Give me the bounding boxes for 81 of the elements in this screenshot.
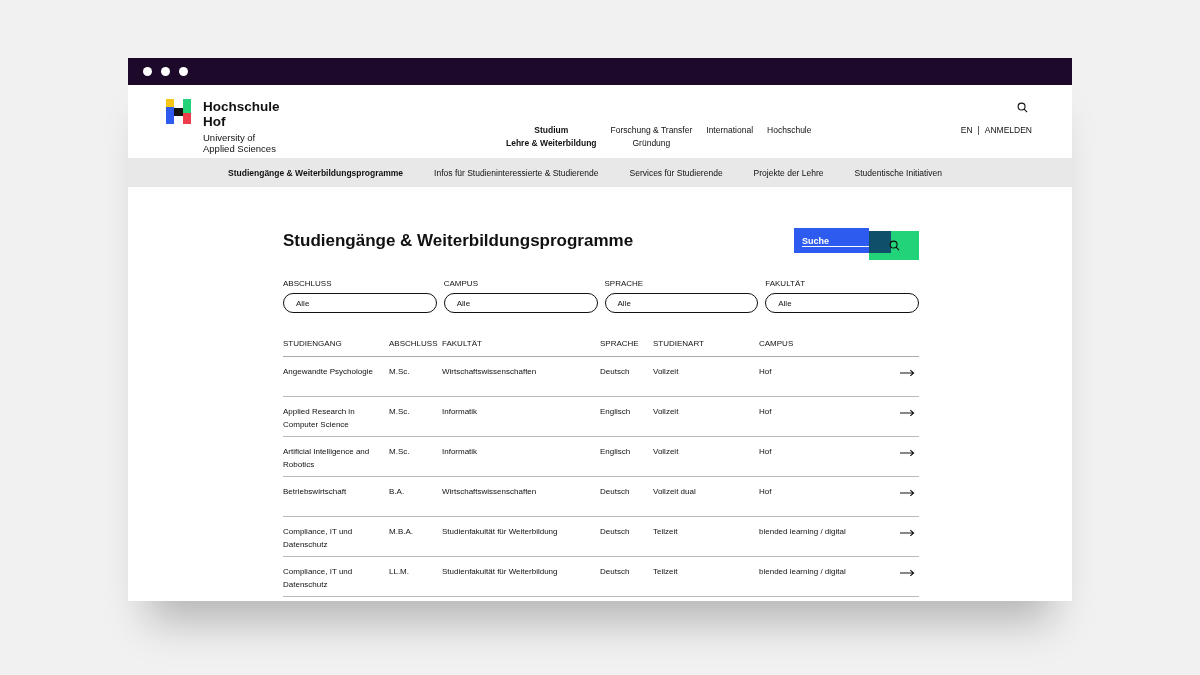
- table-cell-text: Wirtschaftswissenschaften: [442, 486, 538, 498]
- search-button[interactable]: [869, 231, 919, 260]
- arrow-right-icon[interactable]: [900, 529, 915, 537]
- table-cell-text: Studienfakultät für Weiterbildung: [442, 566, 559, 578]
- search-icon: [888, 240, 900, 251]
- table-row[interactable]: Applied Research in Computer Science M.Sc. Informatik Englisch Vollzeit Hof: [283, 397, 919, 437]
- table-cell-text: Vollzeit dual: [653, 486, 697, 498]
- table-cell-text: Vollzeit: [653, 366, 680, 378]
- arrow-right-icon[interactable]: [900, 449, 915, 457]
- table-cell-text: Englisch: [600, 446, 632, 458]
- table-cell-text: Deutsch: [600, 526, 631, 538]
- main-nav-item[interactable]: Forschung & Transfer Gründung: [610, 124, 693, 158]
- table-cell-text: Teilzeit: [653, 566, 679, 578]
- window-dot-icon: [179, 67, 188, 76]
- table-cell-text: Hof: [759, 446, 773, 458]
- arrow-right-icon[interactable]: [900, 489, 915, 497]
- table-row[interactable]: Angewandte Psychologie M.Sc. Wirtschaftswissenschaften Deutsch Vollzeit Hof: [283, 357, 919, 397]
- table-cell-text: B.A.: [389, 486, 406, 498]
- sub-nav-item[interactable]: Services für Studierende: [629, 167, 723, 178]
- column-header: STUDIENART: [653, 338, 705, 350]
- arrow-right-icon[interactable]: [900, 369, 915, 377]
- logo-subtitle: University of Applied Sciences: [203, 132, 277, 154]
- logo-name[interactable]: Hochschule Hof: [203, 99, 293, 129]
- search-field[interactable]: Suche: [794, 228, 869, 253]
- table-cell-text: LL.M.: [389, 566, 410, 578]
- table-row[interactable]: Compliance, IT und Datenschutz M.B.A. Studienfakultät für Weiterbildung Deutsch Teilzeit blended learning / digital: [283, 517, 919, 557]
- login-link[interactable]: ANMELDEN: [984, 125, 1032, 135]
- table-cell-text: Betriebswirtschaft: [283, 486, 348, 498]
- column-header: STUDIENGANG: [283, 338, 343, 350]
- table-cell-text: Hof: [759, 406, 773, 418]
- table-cell-text: Informatik: [442, 446, 479, 458]
- table-cell-text: Deutsch: [600, 366, 631, 378]
- column-header: FAKULTÄT: [442, 338, 483, 350]
- logo-icon[interactable]: [166, 99, 192, 125]
- column-header: SPRACHE: [600, 338, 640, 350]
- table-row[interactable]: Artificial Intelligence and Robotics M.Sc. Informatik Englisch Vollzeit Hof: [283, 437, 919, 477]
- table-row[interactable]: Compliance, IT und Datenschutz LL.M. Studienfakultät für Weiterbildung Deutsch Teilzeit blended learning / digital: [283, 557, 919, 597]
- table-cell-text: Angewandte Psychologie: [283, 366, 374, 378]
- table-cell-text: Compliance, IT und Datenschutz: [283, 526, 354, 551]
- table-cell-text: Wirtschaftswissenschaften: [442, 366, 538, 378]
- page-title: Studiengänge & Weiterbildungsprogramme: [283, 231, 634, 251]
- table-cell-text: Hof: [759, 486, 773, 498]
- table-cell-text: Artificial Intelligence and Robotics: [283, 446, 371, 471]
- window-dot-icon: [143, 67, 152, 76]
- sub-nav-item[interactable]: Infos für Studieninteressierte & Studierende: [434, 167, 599, 178]
- filter-label: CAMPUS: [443, 279, 479, 288]
- table-row[interactable]: Betriebswirtschaft B.A. Wirtschaftswissenschaften Deutsch Vollzeit dual Hof: [283, 477, 919, 517]
- table-cell-text: Applied Research in Computer Science: [283, 406, 356, 431]
- table-cell-text: Informatik: [442, 406, 479, 418]
- table-cell-text: Teilzeit: [653, 526, 679, 538]
- table-cell-text: M.Sc.: [389, 446, 411, 458]
- arrow-right-icon[interactable]: [900, 569, 915, 577]
- filter-label: FAKULTÄT: [765, 279, 807, 288]
- column-header: ABSCHLUSS: [389, 338, 439, 350]
- table-cell-text: Vollzeit: [653, 406, 680, 418]
- separator: |: [977, 125, 980, 135]
- filter-label: ABSCHLUSS: [283, 279, 333, 288]
- table-cell-text: Compliance, IT und Datenschutz: [283, 566, 354, 591]
- column-header: CAMPUS: [759, 338, 795, 350]
- table-cell-text: Deutsch: [600, 566, 631, 578]
- table-cell-text: Vollzeit: [653, 446, 680, 458]
- sub-nav-item[interactable]: Projekte der Lehre: [753, 167, 824, 178]
- arrow-right-icon[interactable]: [900, 409, 915, 417]
- table-cell-text: Studienfakultät für Weiterbildung: [442, 526, 559, 538]
- sub-nav-item[interactable]: Studiengänge & Weiterbildungsprogramme: [228, 167, 404, 178]
- table-cell-text: M.Sc.: [389, 366, 411, 378]
- language-link[interactable]: EN: [960, 125, 973, 135]
- main-nav-item[interactable]: Hochschule: [767, 124, 812, 158]
- table-cell-text: M.B.A.: [389, 526, 414, 538]
- table-cell-text: M.Sc.: [389, 406, 411, 418]
- table-cell-text: blended learning / digital: [759, 566, 847, 578]
- window-dot-icon: [161, 67, 170, 76]
- main-nav-item[interactable]: Studium Lehre & Weiterbildung: [506, 124, 597, 158]
- filter-label: SPRACHE: [604, 279, 645, 288]
- table-cell-text: Englisch: [600, 406, 632, 418]
- main-nav-item[interactable]: International: [706, 124, 754, 158]
- search-icon[interactable]: [1017, 102, 1028, 113]
- table-cell-text: Deutsch: [600, 486, 631, 498]
- sub-nav-item[interactable]: Studentische Initiativen: [854, 167, 942, 178]
- table-cell-text: blended learning / digital: [759, 526, 847, 538]
- table-cell-text: Hof: [759, 366, 773, 378]
